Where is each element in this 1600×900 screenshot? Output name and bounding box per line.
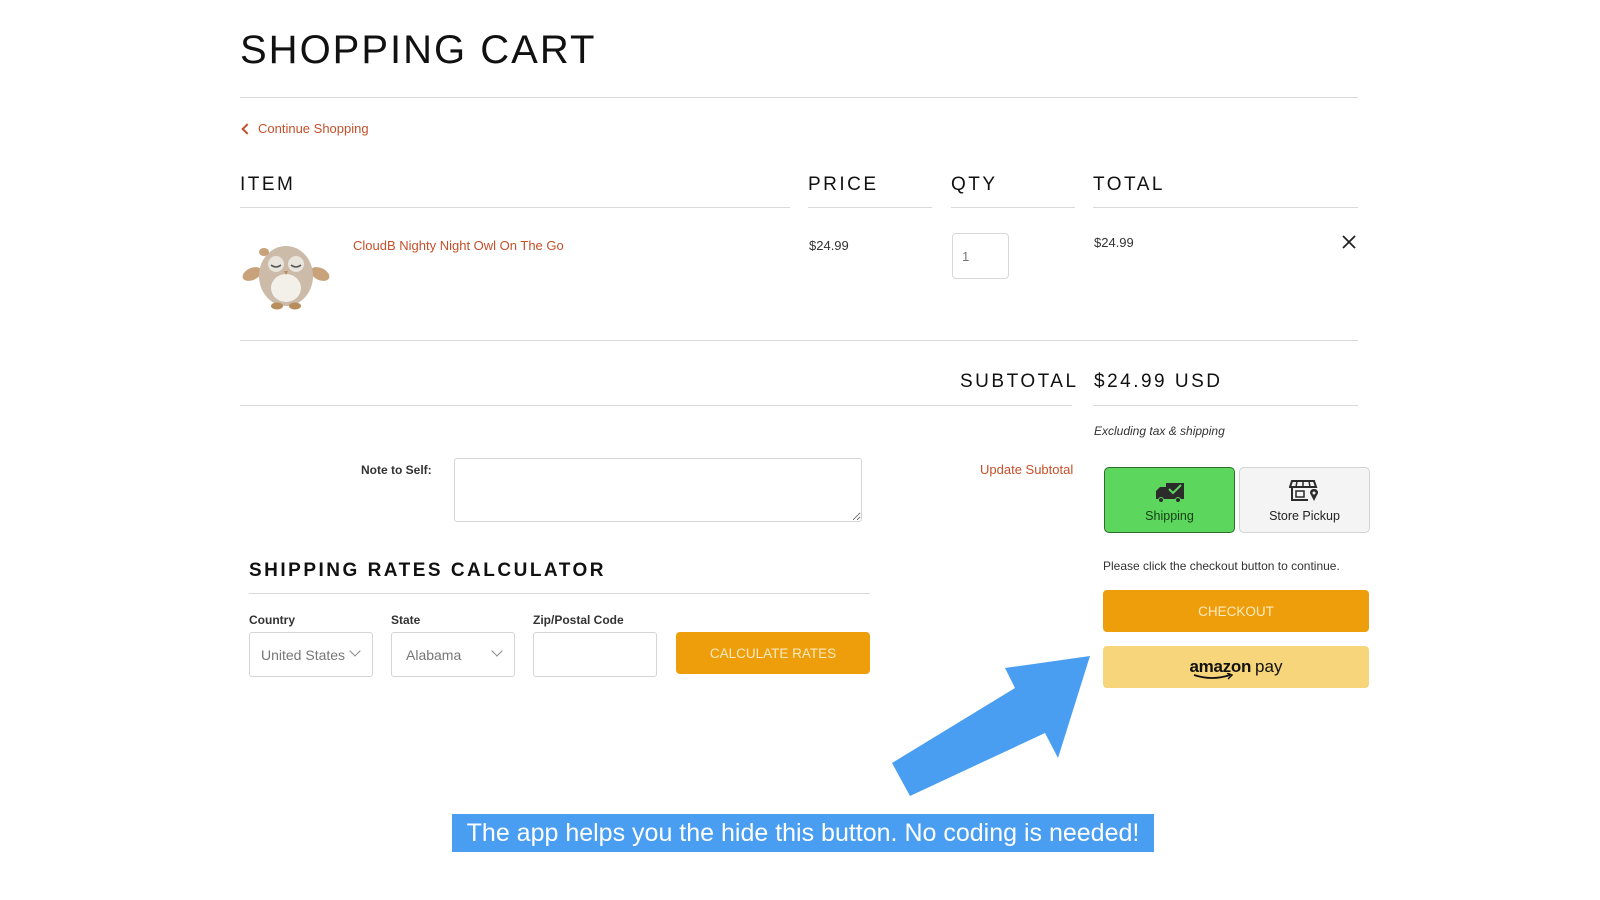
chevron-left-icon bbox=[241, 122, 253, 135]
column-header-total: TOTAL bbox=[1093, 174, 1165, 195]
subtotal-divider-right bbox=[1093, 405, 1358, 406]
country-select[interactable]: United States bbox=[249, 632, 373, 677]
header-divider-total bbox=[1093, 207, 1358, 208]
excluding-tax-note: Excluding tax & shipping bbox=[1094, 424, 1225, 438]
chevron-down-icon bbox=[491, 645, 503, 657]
quantity-input[interactable] bbox=[952, 233, 1009, 279]
continue-shopping-label: Continue Shopping bbox=[258, 121, 369, 136]
item-price: $24.99 bbox=[809, 238, 849, 253]
zip-input[interactable] bbox=[533, 632, 657, 677]
checkout-button[interactable]: CHECKOUT bbox=[1103, 590, 1369, 632]
item-row-divider bbox=[240, 340, 1358, 341]
chevron-down-icon bbox=[349, 645, 361, 657]
header-divider-price bbox=[808, 207, 932, 208]
subtotal-value: $24.99 USD bbox=[1094, 371, 1223, 392]
store-pickup-button[interactable]: Store Pickup bbox=[1239, 467, 1370, 533]
column-header-price: PRICE bbox=[808, 174, 879, 195]
truck-check-icon bbox=[1155, 483, 1184, 503]
amazon-pay-button[interactable]: amazon pay bbox=[1103, 646, 1369, 688]
update-subtotal-link[interactable]: Update Subtotal bbox=[980, 462, 1073, 477]
page-title: SHOPPING CART bbox=[240, 28, 597, 72]
column-header-item: ITEM bbox=[240, 174, 296, 195]
annotation-arrow-icon bbox=[892, 656, 1090, 796]
subtotal-label: SUBTOTAL bbox=[960, 371, 1079, 392]
product-name-link[interactable]: CloudB Nighty Night Owl On The Go bbox=[353, 238, 564, 253]
state-label: State bbox=[391, 613, 421, 627]
shipping-method-label: Shipping bbox=[1145, 509, 1194, 523]
continue-shopping-link[interactable]: Continue Shopping bbox=[240, 121, 369, 136]
column-header-qty: QTY bbox=[951, 174, 998, 195]
note-textarea[interactable] bbox=[454, 458, 862, 522]
shipping-calculator-title: SHIPPING RATES CALCULATOR bbox=[249, 560, 607, 581]
annotation-banner: The app helps you the hide this button. … bbox=[452, 814, 1154, 852]
title-divider bbox=[240, 97, 1358, 98]
calculate-rates-button[interactable]: CALCULATE RATES bbox=[676, 632, 870, 674]
country-select-value: United States bbox=[261, 646, 346, 663]
amazon-pay-text: pay bbox=[1255, 657, 1283, 676]
state-select[interactable]: Alabama bbox=[391, 632, 515, 677]
note-label: Note to Self: bbox=[361, 463, 432, 477]
owl-plush-image[interactable] bbox=[240, 236, 332, 316]
calculator-divider bbox=[249, 593, 870, 594]
zip-label: Zip/Postal Code bbox=[533, 613, 624, 627]
item-line-total: $24.99 bbox=[1094, 235, 1134, 250]
header-divider-item bbox=[240, 207, 790, 208]
country-label: Country bbox=[249, 613, 295, 627]
store-pin-icon bbox=[1288, 480, 1318, 501]
state-select-value: Alabama bbox=[406, 646, 462, 663]
shipping-method-button[interactable]: Shipping bbox=[1104, 467, 1235, 533]
remove-item-icon[interactable] bbox=[1340, 233, 1358, 251]
subtotal-divider-left bbox=[240, 405, 1072, 406]
checkout-instruction: Please click the checkout button to cont… bbox=[1103, 559, 1340, 573]
header-divider-qty bbox=[951, 207, 1075, 208]
amazon-arrow-smile-icon bbox=[1193, 673, 1234, 680]
store-pickup-label: Store Pickup bbox=[1269, 509, 1340, 523]
